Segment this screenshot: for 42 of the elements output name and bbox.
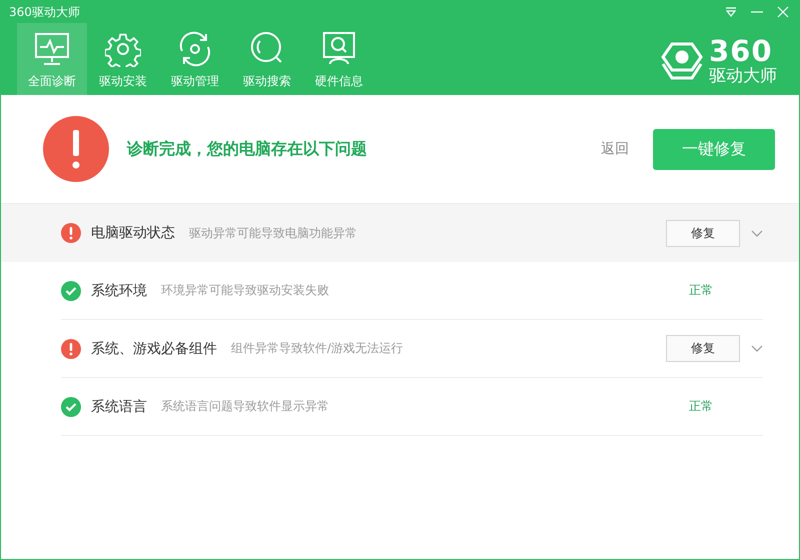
dropdown-menu-icon[interactable]	[725, 7, 737, 17]
logo-number: 360	[709, 37, 773, 66]
nav-tab[interactable]: 驱动搜索	[231, 23, 303, 95]
refresh-icon	[177, 31, 213, 67]
warning-icon	[43, 116, 109, 182]
check-title: 系统、游戏必备组件	[91, 340, 217, 358]
status-text: 正常	[688, 398, 714, 415]
result-heading: 诊断完成，您的电脑存在以下问题	[127, 138, 368, 160]
warning-icon	[61, 338, 81, 358]
status-text: 正常	[688, 282, 714, 299]
chevron-down-icon[interactable]	[751, 230, 763, 236]
window-title: 360驱动大师	[9, 4, 81, 20]
check-icon	[61, 396, 81, 416]
nav-tab[interactable]: 全面诊断	[17, 23, 87, 95]
fix-button[interactable]: 修复	[666, 335, 740, 362]
gear-icon	[105, 31, 141, 67]
back-link[interactable]: 返回	[601, 140, 629, 158]
check-row[interactable]: 系统语言 系统语言问题导致软件显示异常 正常	[1, 378, 799, 436]
fix-all-button[interactable]: 一键修复	[653, 128, 775, 170]
chevron-down-icon[interactable]	[751, 345, 763, 352]
close-icon[interactable]	[777, 6, 789, 18]
check-description: 系统语言问题导致软件显示异常	[161, 398, 330, 415]
check-title: 系统语言	[91, 398, 147, 416]
check-description: 驱动异常可能导致电脑功能异常	[189, 224, 358, 242]
logo-name: 驱动大师	[709, 68, 777, 85]
check-row[interactable]: 系统环境 环境异常可能导致驱动安装失败 正常	[1, 262, 799, 320]
nav-tab[interactable]: 驱动安装	[87, 23, 159, 95]
check-description: 组件异常导致软件/游戏无法运行	[231, 340, 404, 357]
selected-row[interactable]: 电脑驱动状态 驱动异常可能导致电脑功能异常 修复	[1, 203, 799, 262]
check-icon	[61, 280, 81, 300]
check-row[interactable]: 系统、游戏必备组件 组件异常导致软件/游戏无法运行 修复	[1, 320, 799, 378]
warning-icon	[61, 223, 81, 243]
check-description: 环境异常可能导致驱动安装失败	[161, 282, 330, 299]
check-title: 电脑驱动状态	[91, 224, 175, 242]
hexagon-gear-icon	[661, 41, 703, 81]
fix-button[interactable]: 修复	[666, 220, 740, 246]
minimize-icon[interactable]	[751, 11, 763, 13]
nav-tab[interactable]: 驱动管理	[159, 23, 231, 95]
monitor-search-icon	[321, 31, 357, 67]
nav-tab[interactable]: 硬件信息	[303, 23, 375, 95]
monitor-pulse-icon	[34, 31, 70, 67]
check-title: 系统环境	[91, 282, 147, 300]
